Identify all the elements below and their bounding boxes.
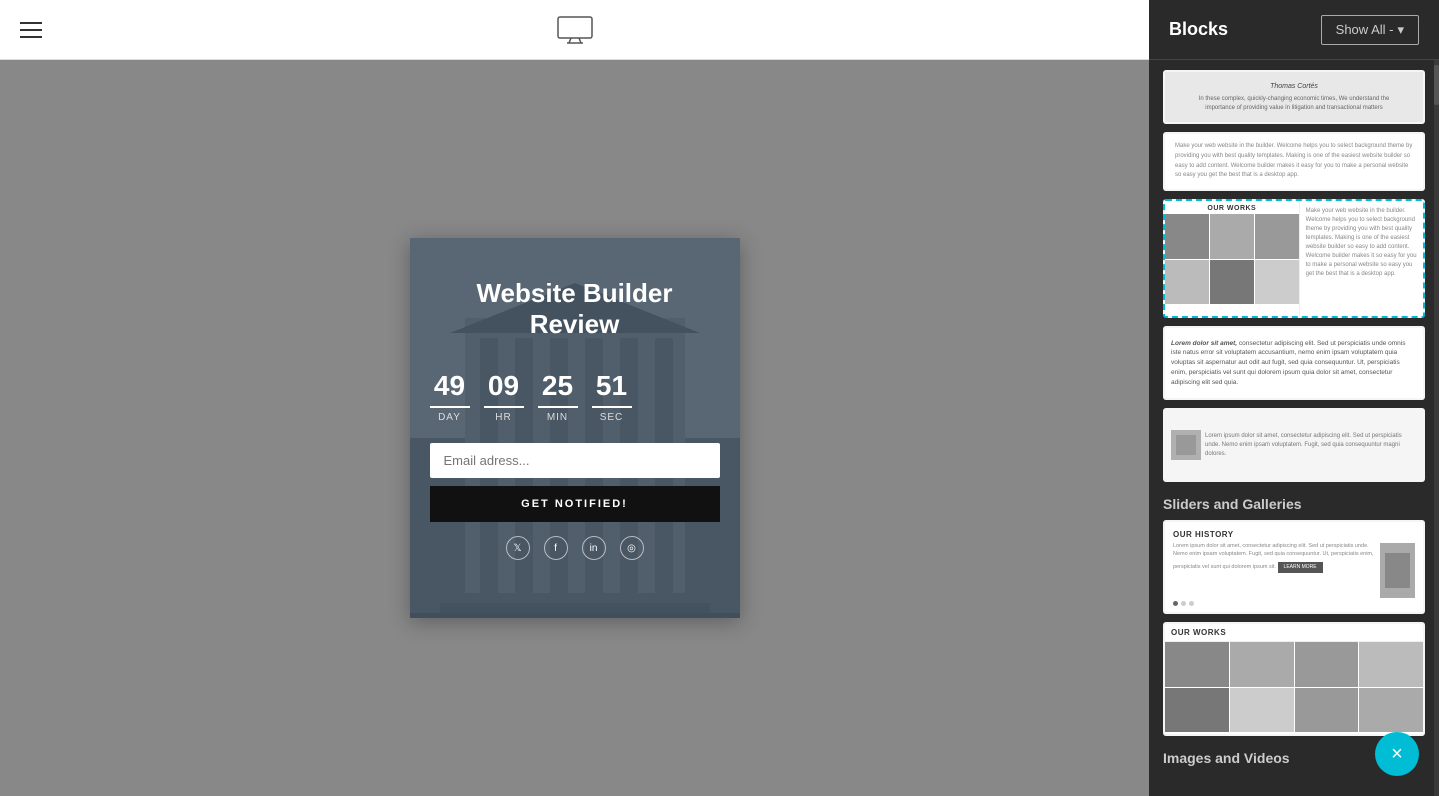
countdown-days: 49 DAY xyxy=(430,370,470,423)
works-cell-5 xyxy=(1165,688,1229,733)
history-learn-more: LEARN MORE xyxy=(1278,562,1323,573)
close-button[interactable]: × xyxy=(1375,732,1419,776)
works-cell-2 xyxy=(1230,642,1294,687)
countdown-minutes-value: 25 xyxy=(538,370,578,408)
countdown-minutes: 25 MIN xyxy=(538,370,578,423)
works-cell-8 xyxy=(1359,688,1423,733)
block-thumb-side[interactable]: Lorem ipsum dolor sit amet, consectetur … xyxy=(1163,408,1425,482)
history-content: Lorem ipsum dolor sit amet, consectetur … xyxy=(1173,543,1415,598)
chevron-down-icon: ▾ xyxy=(1397,22,1404,38)
block-thumb-lorem[interactable]: Lorem dolor sit amet, consectetur adipis… xyxy=(1163,326,1425,400)
works-title: OUR WORKS xyxy=(1165,624,1423,642)
toolbar-center xyxy=(557,16,593,44)
monitor-icon xyxy=(557,16,593,44)
twitter-icon[interactable]: 𝕏 xyxy=(506,536,530,560)
block-thumb-history[interactable]: OUR HISTORY Lorem ipsum dolor sit amet, … xyxy=(1163,520,1425,614)
works-cell-1 xyxy=(1165,642,1229,687)
block-thumb-selected[interactable]: OUR WORKS Make your web website in the b… xyxy=(1163,199,1425,318)
side-layout-block: Lorem ipsum dolor sit amet, consectetur … xyxy=(1165,410,1423,480)
dot-3 xyxy=(1189,601,1194,606)
history-title: OUR HISTORY xyxy=(1173,530,1415,539)
countdown-seconds-value: 51 xyxy=(592,370,632,408)
notify-button[interactable]: GET NOTIFIED! xyxy=(430,486,720,522)
countdown-seconds: 51 SEC xyxy=(592,370,632,423)
block-thumb-2[interactable]: Make your web website in the builder. We… xyxy=(1163,132,1425,191)
works-cell-6 xyxy=(1230,688,1294,733)
hamburger-menu[interactable] xyxy=(20,22,42,38)
works-grid xyxy=(1165,642,1423,732)
block-thumb-works-gallery[interactable]: OUR WORKS xyxy=(1163,622,1425,736)
linkedin-icon[interactable]: in xyxy=(582,536,606,560)
hero-content: Website Builder Review 49 DAY 09 HR xyxy=(430,278,720,560)
right-panel: Blocks Show All - ▾ Thomas Cortés In the… xyxy=(1149,0,1439,796)
block-thumb-1[interactable]: Thomas Cortés In these complex, quickly-… xyxy=(1163,70,1425,124)
website-preview: Website Builder Review 49 DAY 09 HR xyxy=(410,238,740,618)
canvas-content: Website Builder Review 49 DAY 09 HR xyxy=(0,60,1149,796)
works-block-inner: OUR WORKS xyxy=(1165,624,1423,734)
slider-dots xyxy=(1173,601,1415,606)
dot-1 xyxy=(1173,601,1178,606)
countdown-days-value: 49 xyxy=(430,370,470,408)
works-cell-7 xyxy=(1295,688,1359,733)
selected-block-title: OUR WORKS xyxy=(1165,201,1299,212)
works-cell-3 xyxy=(1295,642,1359,687)
show-all-label: Show All - xyxy=(1336,22,1394,37)
countdown-hours-value: 09 xyxy=(484,370,524,408)
preview-inner: Website Builder Review 49 DAY 09 HR xyxy=(410,238,740,618)
instagram-icon[interactable]: ◎ xyxy=(620,536,644,560)
countdown-hours-label: HR xyxy=(495,412,511,423)
hero-title: Website Builder Review xyxy=(430,278,720,340)
history-image xyxy=(1380,543,1415,598)
panel-title: Blocks xyxy=(1169,19,1228,40)
works-cell-4 xyxy=(1359,642,1423,687)
panel-blocks-list: Thomas Cortés In these complex, quickly-… xyxy=(1149,60,1439,796)
countdown: 49 DAY 09 HR 25 MIN xyxy=(430,370,720,423)
side-text: Lorem ipsum dolor sit amet, consectetur … xyxy=(1205,432,1417,459)
section-sliders-galleries: Sliders and Galleries xyxy=(1163,496,1425,512)
panel-scrollbar[interactable] xyxy=(1434,60,1439,796)
history-text: Lorem ipsum dolor sit amet, consectetur … xyxy=(1173,543,1374,598)
email-input[interactable] xyxy=(430,443,720,478)
countdown-minutes-label: MIN xyxy=(547,412,568,423)
toolbar xyxy=(0,0,1149,60)
facebook-icon[interactable]: f xyxy=(544,536,568,560)
hero-section: Website Builder Review 49 DAY 09 HR xyxy=(410,238,740,618)
side-image xyxy=(1171,430,1201,460)
history-block-inner: OUR HISTORY Lorem ipsum dolor sit amet, … xyxy=(1165,522,1423,612)
show-all-button[interactable]: Show All - ▾ xyxy=(1321,15,1419,45)
dot-2 xyxy=(1181,601,1186,606)
countdown-seconds-label: SEC xyxy=(600,412,624,423)
social-icons-row: 𝕏 f in ◎ xyxy=(430,536,720,560)
panel-header: Blocks Show All - ▾ xyxy=(1149,0,1439,60)
countdown-hours: 09 HR xyxy=(484,370,524,423)
countdown-days-label: DAY xyxy=(438,412,461,423)
panel-scrollbar-thumb xyxy=(1434,65,1439,105)
